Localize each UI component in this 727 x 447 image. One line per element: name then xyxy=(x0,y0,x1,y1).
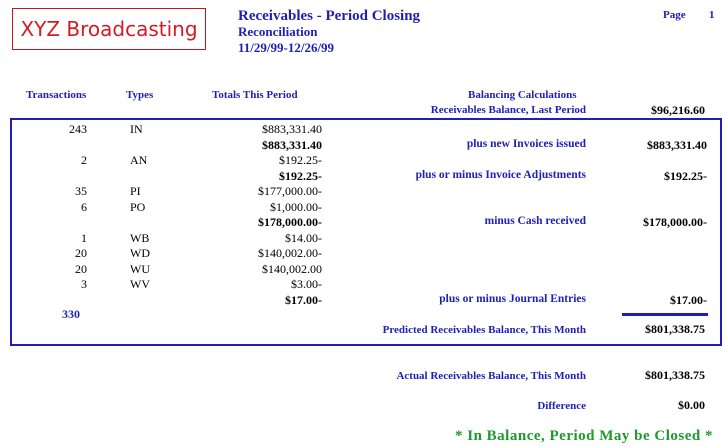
table-row: $178,000.00- minus Cash received $178,000.… xyxy=(0,215,727,230)
balancing-label: plus or minus Journal Entries xyxy=(439,292,586,305)
table-row: 3 WV $3.00- xyxy=(0,277,727,292)
last-period-balance-value: $96,216.60 xyxy=(651,103,705,117)
table-row: $192.25- plus or minus Invoice Adjustment… xyxy=(0,169,727,184)
column-header-totals: Totals This Period xyxy=(212,89,298,101)
page-label: Page xyxy=(663,9,686,21)
period-total: $178,000.00- xyxy=(258,215,322,229)
column-header-transactions: Transactions xyxy=(26,89,87,101)
transaction-type: WD xyxy=(130,246,150,260)
balancing-label: minus Cash received xyxy=(484,215,586,227)
transaction-type: PO xyxy=(130,199,146,214)
balancing-value: $17.00- xyxy=(670,292,707,307)
transaction-type: PI xyxy=(130,184,141,198)
period-total: $192.25- xyxy=(279,168,322,183)
table-row: $17.00- plus or minus Journal Entries $17.… xyxy=(0,293,727,308)
table-row: 35 PI $177,000.00- xyxy=(0,184,727,199)
transaction-type: WU xyxy=(130,261,150,276)
table-row: 2 AN $192.25- xyxy=(0,153,727,168)
period-total: $140,002.00 xyxy=(262,261,322,276)
transaction-count: 2 xyxy=(81,153,87,167)
predicted-balance-label: Predicted Receivables Balance, This Mont… xyxy=(382,324,586,336)
actual-balance-label: Actual Receivables Balance, This Month xyxy=(396,370,586,382)
actual-balance-value: $801,338.75 xyxy=(645,368,705,382)
transaction-count: 1 xyxy=(81,230,87,245)
table-row: 6 PO $1,000.00- xyxy=(0,200,727,215)
total-underline xyxy=(622,313,708,316)
period-total: $883,331.40 xyxy=(262,122,322,136)
balancing-value: $192.25- xyxy=(664,168,707,183)
transaction-count: 20 xyxy=(75,261,87,276)
period-total: $3.00- xyxy=(291,277,322,291)
period-total: $1,000.00- xyxy=(270,199,322,214)
table-row: $883,331.40 plus new Invoices issued $883,… xyxy=(0,138,727,153)
company-logo: XYZ Broadcasting xyxy=(12,8,206,50)
period-total: $14.00- xyxy=(285,230,322,245)
predicted-balance-value: $801,338.75 xyxy=(645,322,705,336)
difference-label: Difference xyxy=(537,400,586,412)
logo-text: XYZ Broadcasting xyxy=(20,17,198,41)
balancing-label: plus or minus Invoice Adjustments xyxy=(415,168,586,181)
period-total: $177,000.00- xyxy=(258,184,322,198)
transaction-count: 35 xyxy=(75,184,87,198)
table-row: 20 WD $140,002.00- xyxy=(0,246,727,261)
table-row: 20 WU $140,002.00 xyxy=(0,262,727,277)
column-header-types: Types xyxy=(126,89,154,101)
transaction-count: 243 xyxy=(69,122,87,136)
transaction-count: 20 xyxy=(75,246,87,260)
page-number: 1 xyxy=(709,9,715,21)
transaction-type: WB xyxy=(130,230,150,245)
status-message: * In Balance, Period May be Closed * xyxy=(455,428,713,444)
total-transaction-count: 330 xyxy=(62,307,80,321)
column-header-balancing: Balancing Calculations xyxy=(468,89,577,101)
period-total: $17.00- xyxy=(285,292,322,307)
table-row: 1 WB $14.00- xyxy=(0,231,727,246)
balancing-label: plus new Invoices issued xyxy=(466,137,586,150)
period-total: $883,331.40 xyxy=(262,137,322,152)
balancing-value: $883,331.40 xyxy=(647,137,707,152)
balancing-value: $178,000.00- xyxy=(643,215,707,229)
report-subtitle: Reconciliation xyxy=(238,24,318,39)
table-row: 243 IN $883,331.40 xyxy=(0,122,727,137)
period-total: $140,002.00- xyxy=(258,246,322,260)
transaction-type: AN xyxy=(130,153,148,167)
transaction-type: WV xyxy=(130,277,150,291)
period-total: $192.25- xyxy=(279,153,322,167)
report-title: Receivables - Period Closing xyxy=(238,8,421,24)
report-period: 11/29/99-12/26/99 xyxy=(238,40,335,55)
difference-value: $0.00 xyxy=(678,398,705,412)
transaction-count: 6 xyxy=(81,199,87,214)
last-period-balance-label: Receivables Balance, Last Period xyxy=(430,104,586,116)
transaction-type: IN xyxy=(130,122,143,136)
transaction-count: 3 xyxy=(81,277,87,291)
